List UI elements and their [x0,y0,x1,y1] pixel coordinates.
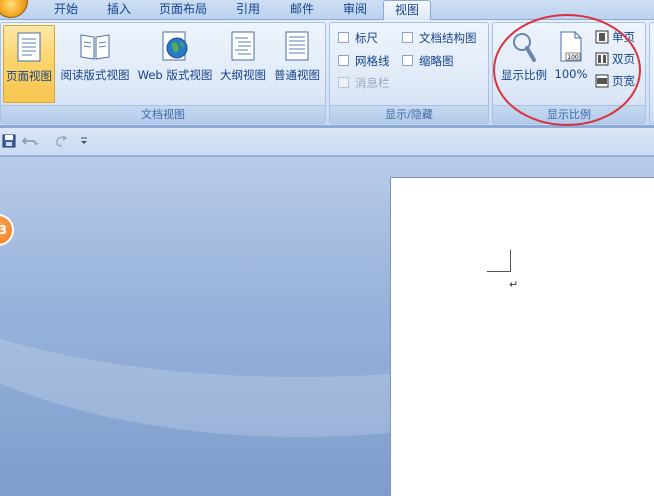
thumbnails-checkbox-box[interactable] [402,55,413,66]
full-screen-reading-button[interactable]: 阅读版式视图 [57,25,133,103]
reading-book-icon [79,31,111,64]
group-zoom: 显示比例 100 100% 单页 双页 页宽 显示比例 [492,22,646,124]
ruler-checkbox-box[interactable] [338,32,349,43]
zoom-button[interactable]: 显示比例 [497,25,551,103]
web-globe-icon [160,31,190,64]
tab-view[interactable]: 视图 [383,0,431,21]
outline-button[interactable]: 大纲视图 [217,25,269,103]
page-width-icon [595,74,609,88]
baidu-watermark-logo: Baidu 经验 [500,440,612,464]
zoom-label: 显示比例 [501,68,547,82]
quick-access-toolbar [0,128,654,156]
print-layout-icon [16,32,42,65]
draft-button[interactable]: 普通视图 [271,25,323,103]
web-layout-label: Web 版式视图 [137,68,213,82]
page-width-label: 页宽 [612,74,635,88]
draft-label: 普通视图 [274,68,320,82]
magnifier-icon [510,31,538,66]
margin-corner-mark [487,271,511,272]
group-label-document-views: 文档视图 [1,105,325,123]
thumbnails-checkbox[interactable]: 缩略图 [402,52,454,70]
tab-mailings[interactable]: 邮件 [276,0,328,20]
print-layout-label: 页面视图 [6,69,52,83]
group-window-partial [649,22,654,124]
message-bar-checkbox-box [338,77,349,88]
office-button[interactable] [0,0,28,18]
undo-icon[interactable] [21,134,40,150]
one-page-button[interactable]: 单页 [595,27,635,47]
message-bar-label: 消息栏 [355,76,390,90]
group-document-views: 页面视图 阅读版式视图 Web 版式视图 大纲视图 普通视图 文档视图 [0,22,326,124]
document-map-checkbox-box[interactable] [402,32,413,43]
group-show-hide: 标尺 文档结构图 网格线 缩略图 消息栏 显示/隐藏 [329,22,489,124]
two-pages-button[interactable]: 双页 [595,49,635,69]
ruler-checkbox[interactable]: 标尺 [338,29,378,47]
outline-label: 大纲视图 [220,68,266,82]
customize-toolbar-chevron-icon[interactable] [80,134,88,150]
svg-text:100: 100 [567,54,579,61]
message-bar-checkbox: 消息栏 [338,74,390,92]
tab-references[interactable]: 引用 [222,0,274,20]
document-map-label: 文档结构图 [419,31,477,45]
document-map-checkbox[interactable]: 文档结构图 [402,29,477,47]
paragraph-mark: ↵ [509,278,519,291]
two-pages-icon [595,52,609,66]
ribbon-tab-bar: 开始 插入 页面布局 引用 邮件 审阅 视图 [0,0,654,21]
print-layout-button[interactable]: 页面视图 [3,25,55,103]
zoom-100-label: 100% [554,67,588,81]
tab-home[interactable]: 开始 [40,0,92,20]
draft-icon [284,31,310,64]
ribbon: 页面视图 阅读版式视图 Web 版式视图 大纲视图 普通视图 文档视图 标尺 文… [0,20,654,126]
ruler-label: 标尺 [355,31,378,45]
gridlines-checkbox[interactable]: 网格线 [338,52,390,70]
group-label-show-hide: 显示/隐藏 [330,105,488,123]
two-pages-label: 双页 [612,52,635,66]
page-width-button[interactable]: 页宽 [595,71,635,91]
tab-page-layout[interactable]: 页面布局 [146,0,220,20]
save-icon[interactable] [2,134,16,150]
page-100-icon: 100 [558,31,584,66]
outline-icon [230,31,256,64]
group-label-zoom: 显示比例 [493,105,645,123]
web-layout-button[interactable]: Web 版式视图 [135,25,215,103]
tab-insert[interactable]: 插入 [94,0,144,20]
redo-icon[interactable] [54,134,68,150]
full-screen-reading-label: 阅读版式视图 [60,68,130,82]
one-page-label: 单页 [612,30,635,44]
margin-corner-mark-vertical [510,250,511,272]
thumbnails-label: 缩略图 [419,54,454,68]
gridlines-label: 网格线 [355,54,390,68]
tab-review[interactable]: 审阅 [330,0,380,20]
gridlines-checkbox-box[interactable] [338,55,349,66]
one-page-icon [595,30,609,44]
baidu-watermark-url: jingyan.baidu.com [510,469,612,482]
zoom-100-button[interactable]: 100 100% [551,25,591,103]
